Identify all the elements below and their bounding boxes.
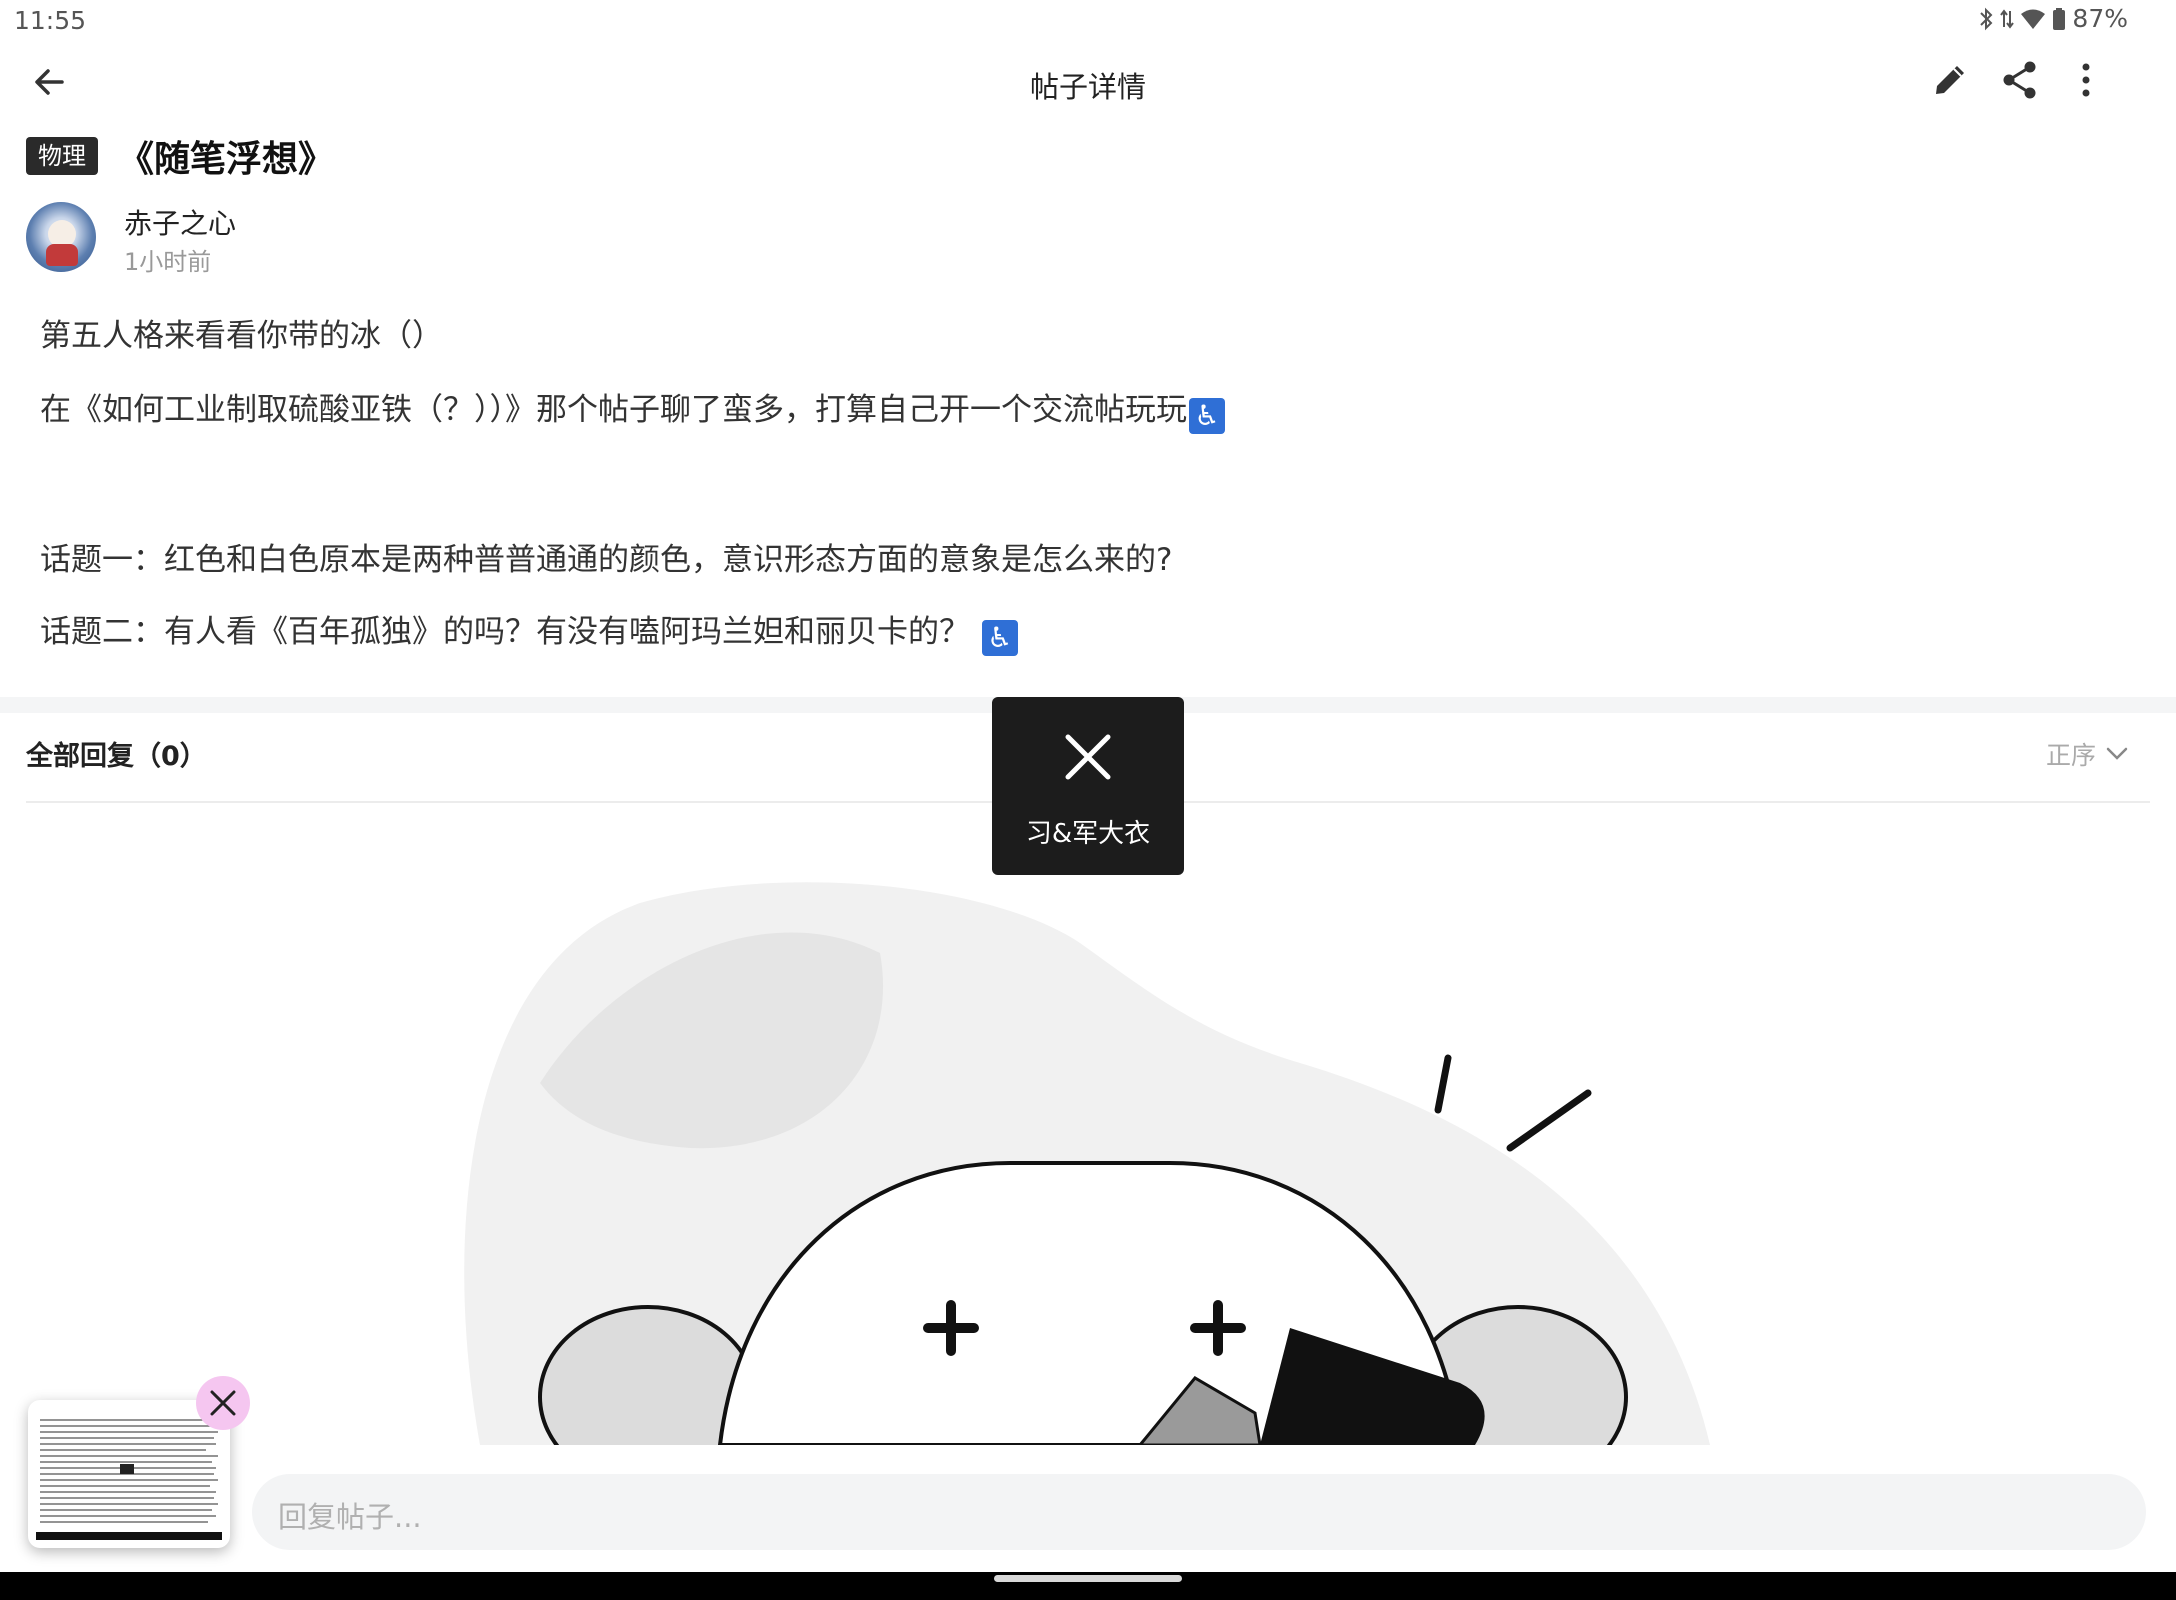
post-paragraph: 在《如何工业制取硫酸亚铁（？））》那个帖子聊了蛮多，打算自己开一个交流帖玩玩 ♿ [40,384,1225,434]
app-bar: 帖子详情 [0,44,2176,120]
replies-count-title: 全部回复（0） [26,741,207,772]
page-title: 帖子详情 [1029,70,1146,104]
document-preview-icon [36,1412,222,1530]
status-icons: 87% [1978,4,2128,33]
post-paragraph: 话题一：红色和白色原本是两种普普通通的颜色，意识形态方面的意象是怎么来的? [40,542,1173,578]
post-header: 物理 《随笔浮想》 [26,130,334,182]
more-options-button[interactable] [2064,58,2108,102]
close-icon [210,1390,236,1416]
battery-icon [2052,7,2066,31]
pencil-icon [1936,66,1964,94]
author-name[interactable]: 赤子之心 [124,202,236,242]
share-icon [2003,61,2036,99]
data-arrows-icon [2000,7,2015,31]
toast-label: 习&军大衣 [1025,819,1151,849]
wheelchair-emoji-icon: ♿ [1189,398,1225,434]
bluetooth-icon [1978,7,1994,31]
share-button[interactable] [1998,58,2042,102]
wifi-icon [2020,8,2046,30]
post-paragraph: 第五人格来看看你带的冰（） [40,318,443,354]
edit-button[interactable] [1928,58,1972,102]
status-time: 11:55 [14,6,87,35]
chevron-down-icon [2106,747,2128,760]
navigation-bar [0,1572,2176,1600]
wheelchair-emoji-icon: ♿ [981,620,1018,656]
battery-percent: 87% [2072,4,2128,33]
toast-close-button[interactable] [1062,731,1114,783]
screenshot-thumbnail[interactable] [28,1400,230,1548]
category-tag[interactable]: 物理 [26,137,98,175]
thumbnail-close-button[interactable] [196,1376,250,1430]
more-vertical-icon [2082,63,2090,97]
home-gesture-handle[interactable] [994,1575,1182,1582]
close-icon [1065,734,1111,780]
sort-dropdown[interactable]: 正序 [2046,736,2128,772]
post-title: 《随笔浮想》 [118,139,335,180]
toast-popup: 习&军大衣 [992,697,1184,875]
post-paragraph: 话题二：有人看《百年孤独》的吗？有没有嗑阿玛兰妲和丽贝卡的？ ♿ [40,606,1018,656]
status-bar: 11:55 87% [0,0,2176,44]
avatar[interactable] [26,202,96,272]
post-timestamp: 1小时前 [124,248,212,276]
reply-input-placeholder: 回复帖子... [278,1500,422,1534]
reply-input[interactable]: 回复帖子... [252,1474,2146,1550]
sort-label: 正序 [2045,741,2096,770]
empty-state-illustration [0,803,2176,1445]
